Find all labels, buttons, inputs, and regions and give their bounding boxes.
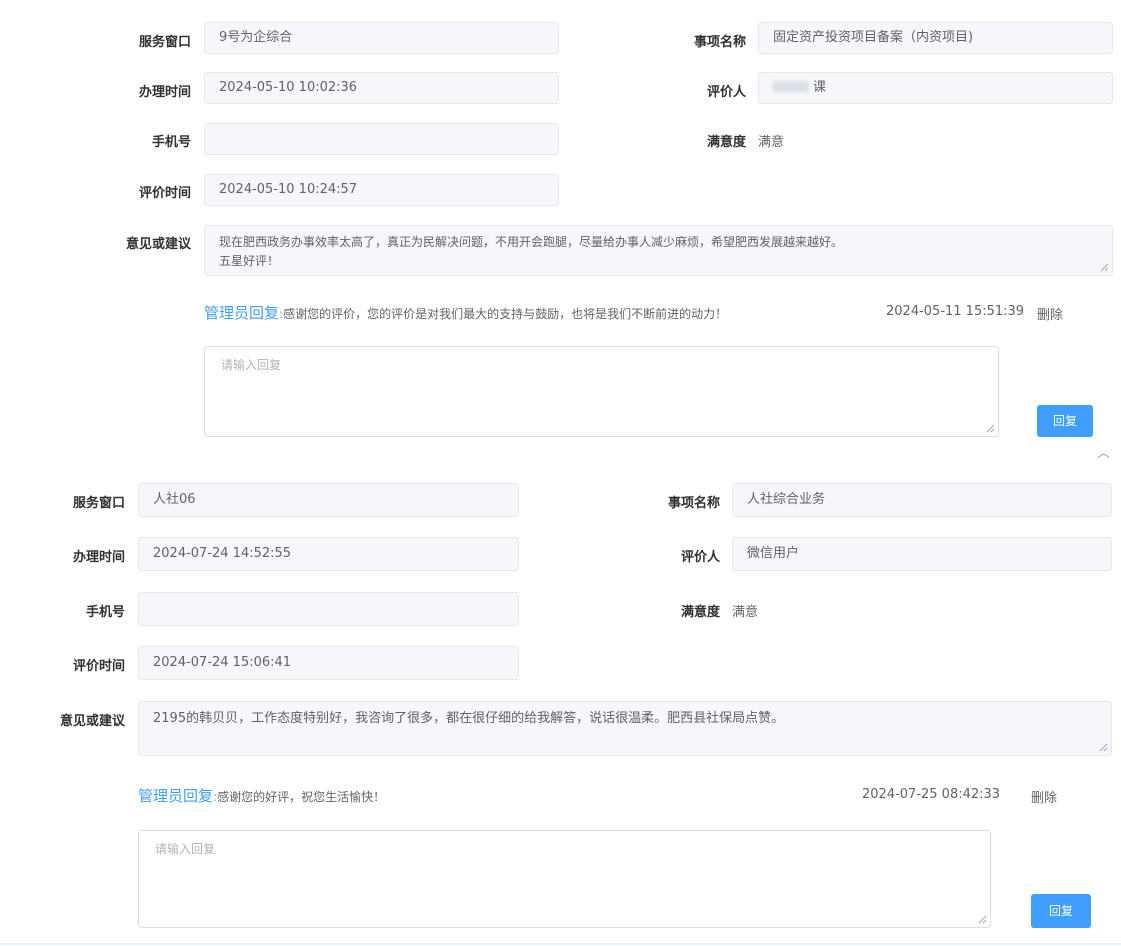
- reply-placeholder: 请输入回复: [221, 358, 282, 372]
- admin-reply: 管理员回复:感谢您的评价，您的评价是对我们最大的支持与鼓励，也将是我们不断前进的…: [204, 302, 727, 323]
- reply-time: 2024-05-11 15:51:39: [886, 304, 1025, 319]
- evaluator-value: 课: [813, 80, 827, 95]
- service-window-label: 服务窗口: [72, 496, 125, 511]
- evaluator-field: 课: [758, 72, 1113, 104]
- admin-reply-text: 感谢您的好评，祝您生活愉快！: [217, 790, 386, 804]
- eval-time-field: 2024-07-24 15:06:41: [138, 646, 519, 680]
- phone-label: 手机号: [85, 605, 125, 620]
- handle-time-field: 2024-07-24 14:52:55: [138, 537, 519, 571]
- eval-time-label: 评价时间: [72, 659, 125, 674]
- masked-name: [773, 81, 809, 92]
- admin-reply-label: 管理员回复: [138, 787, 214, 805]
- item-name-label: 事项名称: [693, 35, 746, 50]
- opinion-text-line: 五星好评！: [219, 254, 280, 268]
- resize-grip-icon[interactable]: [1100, 263, 1109, 272]
- evaluator-field: 微信用户: [732, 537, 1112, 571]
- reply-input[interactable]: 请输入回复: [204, 346, 999, 437]
- handle-time-label: 办理时间: [72, 550, 125, 565]
- reply-placeholder: 请输入回复: [155, 842, 216, 856]
- resize-grip-icon[interactable]: [978, 915, 987, 924]
- resize-grip-icon[interactable]: [1099, 743, 1108, 752]
- admin-reply-label: 管理员回复: [204, 304, 280, 322]
- satisfaction-value: 满意: [758, 135, 785, 150]
- handle-time-field: 2024-05-10 10:02:36: [204, 72, 559, 104]
- item-name-label: 事项名称: [667, 496, 720, 511]
- bottom-divider: [0, 943, 1121, 945]
- opinion-textarea: 现在肥西政务办事效率太高了，真正为民解决问题，不用开会跑腿，尽量给办事人减少麻烦…: [204, 225, 1113, 276]
- item-name-field: 固定资产投资项目备案（内资项目): [758, 22, 1113, 54]
- satisfaction-label: 满意度: [706, 135, 746, 150]
- handle-time-label: 办理时间: [138, 85, 191, 100]
- resize-grip-icon[interactable]: [986, 424, 995, 433]
- opinion-label: 意见或建议: [59, 714, 125, 729]
- delete-reply-link[interactable]: 删除: [1031, 787, 1057, 806]
- eval-time-label: 评价时间: [138, 186, 191, 201]
- service-window-field: 9号为企综合: [204, 22, 559, 54]
- service-window-field: 人社06: [138, 483, 519, 517]
- opinion-text-line: 2195的韩贝贝，工作态度特别好，我咨询了很多，都在很仔细的给我解答，说话很温柔…: [153, 711, 785, 726]
- reply-time: 2024-07-25 08:42:33: [862, 787, 1001, 802]
- item-name-field: 人社综合业务: [732, 483, 1112, 517]
- opinion-text-line: 现在肥西政务办事效率太高了，真正为民解决问题，不用开会跑腿，尽量给办事人减少麻烦…: [219, 235, 844, 249]
- phone-field: [138, 592, 519, 626]
- opinion-textarea: 2195的韩贝贝，工作态度特别好，我咨询了很多，都在很仔细的给我解答，说话很温柔…: [138, 701, 1112, 756]
- satisfaction-label: 满意度: [680, 605, 720, 620]
- admin-reply-text: 感谢您的评价，您的评价是对我们最大的支持与鼓励，也将是我们不断前进的动力！: [283, 307, 728, 321]
- admin-reply: 管理员回复:感谢您的好评，祝您生活愉快！: [138, 785, 385, 806]
- evaluator-label: 评价人: [680, 550, 720, 565]
- satisfaction-value: 满意: [732, 605, 759, 620]
- phone-label: 手机号: [151, 135, 191, 150]
- service-window-label: 服务窗口: [138, 35, 191, 50]
- chevron-up-icon[interactable]: ︿: [1097, 442, 1110, 461]
- reply-button[interactable]: 回复: [1031, 894, 1091, 928]
- reply-input[interactable]: 请输入回复: [138, 830, 991, 928]
- phone-field: [204, 123, 559, 155]
- opinion-label: 意见或建议: [125, 237, 191, 252]
- eval-time-field: 2024-05-10 10:24:57: [204, 174, 559, 206]
- reply-button[interactable]: 回复: [1037, 405, 1093, 437]
- evaluator-label: 评价人: [706, 85, 746, 100]
- delete-reply-link[interactable]: 删除: [1037, 304, 1063, 323]
